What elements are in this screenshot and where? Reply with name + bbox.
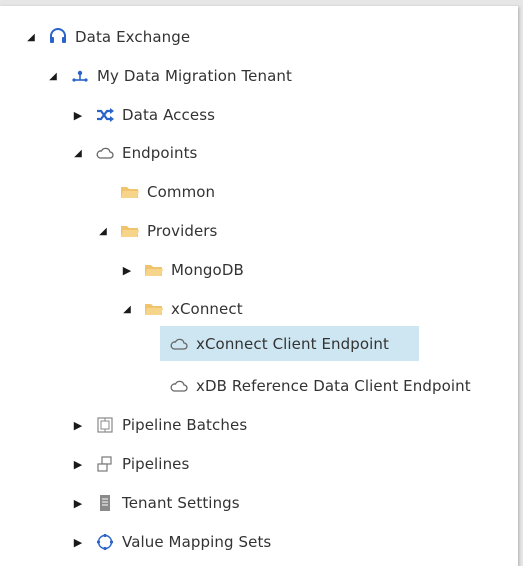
shuffle-icon [95,106,115,124]
tree-node-label: Pipeline Batches [122,416,248,434]
folder-icon [144,261,164,279]
expand-arrow-icon[interactable]: ▶ [71,535,85,549]
tree-node-label: Tenant Settings [122,494,240,512]
tree-node-label: xConnect [171,300,243,318]
expand-arrow-icon[interactable]: ▶ [120,263,134,277]
expand-arrow-icon[interactable]: ▶ [71,108,85,122]
collapse-arrow-icon[interactable]: ◢ [46,69,60,83]
tree-node-data-exchange[interactable]: ◢ Data Exchange [24,21,190,53]
tree-node-pipeline-batches[interactable]: ▶ Pipeline Batches [71,409,247,441]
headset-icon [48,28,68,46]
collapse-arrow-icon[interactable]: ◢ [71,146,85,160]
tree-node-pipelines[interactable]: ▶ Pipelines [71,448,190,480]
expand-arrow-icon[interactable]: ▶ [71,418,85,432]
tree-node-label: Providers [147,222,218,240]
tree-node-endpoints[interactable]: ◢ Endpoints [71,137,197,169]
folder-icon [120,183,140,201]
cloud-icon [95,144,115,162]
tree-node-label: Pipelines [122,455,190,473]
tree-node-label: Data Access [122,106,216,124]
expand-arrow-icon[interactable]: ▶ [71,457,85,471]
collapse-arrow-icon[interactable]: ◢ [120,302,134,316]
collapse-arrow-icon[interactable]: ◢ [96,224,110,238]
tree-node-data-access[interactable]: ▶ Data Access [71,99,215,131]
tree-node-value-mapping-sets[interactable]: ▶ Value Mapping Sets [71,526,271,558]
tree-node-label: Data Exchange [75,28,191,46]
tree-node-label: Value Mapping Sets [122,533,272,551]
tenant-icon [70,67,90,85]
folder-icon [144,300,164,318]
expand-arrow-icon[interactable]: ▶ [71,496,85,510]
settings-document-icon [95,494,115,512]
tree-node-common[interactable]: Common [120,176,215,208]
tree-node-label: xDB Reference Data Client Endpoint [196,377,471,395]
cloud-icon [169,335,189,353]
tree-node-tenant-settings[interactable]: ▶ Tenant Settings [71,487,240,519]
cloud-icon [169,377,189,395]
pipeline-batches-icon [95,416,115,434]
tree-node-mongodb[interactable]: ▶ MongoDB [120,254,244,286]
tree-node-providers[interactable]: ◢ Providers [96,215,217,247]
tree-node-xconnect[interactable]: ◢ xConnect [120,293,243,325]
tree-node-xdb-reference-endpoint[interactable]: xDB Reference Data Client Endpoint [169,370,471,402]
tree-node-tenant[interactable]: ◢ My Data Migration Tenant [46,60,292,92]
content-tree-panel: ◢ Data Exchange ◢ My Data Migration Tena… [0,6,518,566]
pipelines-icon [95,455,115,473]
collapse-arrow-icon[interactable]: ◢ [24,30,38,44]
tree-node-label: Endpoints [122,144,198,162]
tree-node-label: xConnect Client Endpoint [196,335,390,353]
tree-node-label: Common [147,183,216,201]
tree-node-label: MongoDB [171,261,244,279]
folder-icon [120,222,140,240]
tree-node-xconnect-client-endpoint[interactable]: xConnect Client Endpoint [169,328,389,360]
tree-node-label: My Data Migration Tenant [97,67,292,85]
mapping-circle-icon [95,533,115,551]
